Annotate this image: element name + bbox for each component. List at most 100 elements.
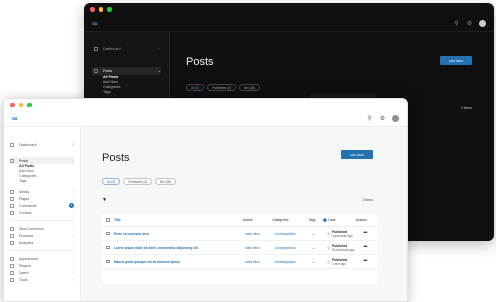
sidebar-item-label: Posts [103, 69, 112, 73]
filter-chips: All (3) Published (3) Bin (28) [102, 178, 177, 185]
sidebar-item-label: Plugins [19, 263, 31, 268]
filter-bin[interactable]: Bin (28) [239, 84, 261, 91]
gear-icon[interactable]: ⚙ [379, 115, 386, 122]
dashboard-icon [94, 47, 98, 51]
sidebar-item-label: Users [19, 270, 29, 275]
sidebar-item-label: WooCommerce [19, 226, 44, 231]
gear-icon[interactable]: ⚙ [466, 20, 473, 27]
chevron-right-icon: › [72, 240, 74, 245]
column-author: Author [242, 218, 253, 222]
more-actions-button[interactable]: ••• [363, 245, 367, 250]
comments-icon [10, 203, 14, 208]
items-count: 3 items [362, 198, 373, 202]
sidebar-item-posts[interactable]: Posts ⌄ [10, 157, 74, 164]
pages-icon [10, 196, 14, 201]
dashboard-count: 1 [72, 142, 74, 147]
author-link[interactable]: mark.elton [245, 246, 275, 250]
category-link[interactable]: Uncategorised [275, 246, 312, 250]
sidebar-item-analytics[interactable]: Analytics › [10, 239, 74, 246]
comments-icon[interactable]: ⬤ [321, 218, 328, 222]
filter-published[interactable]: Published (3) [123, 178, 153, 185]
post-title-link[interactable]: Lorem ipsum dolor sit amet, consectetur … [114, 246, 245, 250]
chevron-right-icon: › [72, 226, 74, 231]
sidebar-item-posts[interactable]: Posts ⌄ [92, 67, 161, 75]
logo-icon[interactable]: ∞ [92, 19, 98, 28]
posts-icon [10, 158, 14, 163]
sidebar-item-pages[interactable]: Pages › [10, 195, 74, 202]
sidebar-item-label: Appearance [19, 256, 39, 261]
search-icon[interactable]: ⚲ [453, 20, 460, 27]
avatar[interactable] [479, 20, 486, 27]
minimize-window-button[interactable] [18, 102, 23, 108]
author-link[interactable]: mark.elton [245, 260, 275, 264]
filter-bin[interactable]: Bin (28) [155, 178, 177, 185]
filter-published[interactable]: Published (3) [207, 84, 237, 91]
tools-icon [10, 277, 14, 282]
row-checkbox[interactable] [106, 245, 110, 250]
window-titlebar [4, 99, 407, 111]
plugins-icon [10, 263, 14, 268]
sidebar-item-tools[interactable]: Tools › [10, 276, 74, 283]
close-window-button[interactable] [90, 7, 95, 12]
sidebar-item-label: Products [19, 233, 34, 238]
chevron-right-icon: › [72, 277, 74, 282]
tags-cell: — [312, 259, 316, 264]
tags-cell: — [312, 245, 316, 250]
search-icon[interactable]: ⚲ [366, 115, 373, 122]
sidebar-item-users[interactable]: Users › [10, 269, 74, 276]
media-icon [10, 189, 14, 194]
more-actions-button[interactable]: ••• [363, 231, 367, 236]
comment-count[interactable]: 0 [325, 260, 332, 264]
comment-count[interactable]: 0 [325, 232, 332, 236]
sidebar-sub-tags[interactable]: Tags [94, 90, 159, 95]
chevron-right-icon: › [72, 189, 74, 194]
sidebar-item-dashboard[interactable]: Dashboard 1 [10, 141, 74, 148]
category-link[interactable]: Uncategorised [275, 260, 312, 264]
column-title[interactable]: Title [114, 218, 243, 222]
post-title-link[interactable]: Mauris porta quisque est sit dolorem ips… [114, 260, 245, 264]
row-checkbox[interactable] [106, 231, 110, 236]
chevron-right-icon: › [72, 270, 74, 275]
sidebar-item-appearance[interactable]: Appearance › [10, 255, 74, 262]
main-content: Posts ADD NEW All (3) Published (3) Bin … [81, 127, 407, 301]
sidebar-item-plugins[interactable]: Plugins › [10, 262, 74, 269]
post-title-link[interactable]: Proin vel molestie arcu [114, 232, 245, 236]
author-link[interactable]: mark.elton [245, 232, 275, 236]
add-new-button[interactable]: ADD NEW [341, 150, 373, 159]
add-new-button[interactable]: ADD NEW [440, 56, 472, 65]
sidebar-item-dashboard[interactable]: Dashboard › [94, 45, 159, 53]
divider [10, 250, 74, 251]
more-actions-button[interactable]: ••• [363, 259, 367, 264]
sidebar-item-contact[interactable]: Contact › [10, 209, 74, 216]
sidebar-item-label: Dashboard [103, 47, 121, 51]
chevron-down-icon: ⌄ [70, 158, 74, 163]
minimize-window-button[interactable] [98, 7, 103, 12]
sidebar-item-comments[interactable]: Comments 3 [10, 202, 74, 209]
top-bar: ∞ ⚲ ⚙ [4, 111, 407, 127]
contact-icon [10, 210, 14, 215]
category-link[interactable]: Uncategorised [275, 232, 312, 236]
logo-icon[interactable]: ∞ [12, 114, 18, 123]
column-tags: Tags [308, 218, 316, 222]
posts-table: Title Author Categories Tags ⬤ Date Acti… [102, 214, 377, 284]
close-window-button[interactable] [10, 102, 15, 108]
avatar[interactable] [392, 115, 399, 122]
comment-count[interactable]: 0 [325, 246, 332, 250]
sidebar-item-woocommerce[interactable]: WooCommerce › [10, 225, 74, 232]
maximize-window-button[interactable] [107, 7, 112, 12]
sidebar-item-products[interactable]: Products › [10, 232, 74, 239]
users-icon [10, 270, 14, 275]
sidebar: Dashboard 1 Posts ⌄ All Posts Add New Ca… [4, 127, 81, 301]
sidebar-item-media[interactable]: Media › [10, 188, 74, 195]
row-checkbox[interactable] [106, 259, 110, 264]
appearance-icon [10, 256, 14, 261]
filter-all[interactable]: All (3) [102, 178, 121, 185]
sidebar-item-label: Pages [19, 196, 30, 201]
filter-icon[interactable]: ▼ [102, 197, 107, 203]
maximize-window-button[interactable] [27, 102, 32, 108]
table-header: Title Author Categories Tags ⬤ Date Acti… [102, 214, 377, 227]
chevron-down-icon: ⌄ [157, 69, 161, 73]
select-all-checkbox[interactable] [106, 218, 110, 222]
filter-all[interactable]: All (3) [186, 84, 205, 91]
column-date[interactable]: Date [328, 218, 356, 222]
